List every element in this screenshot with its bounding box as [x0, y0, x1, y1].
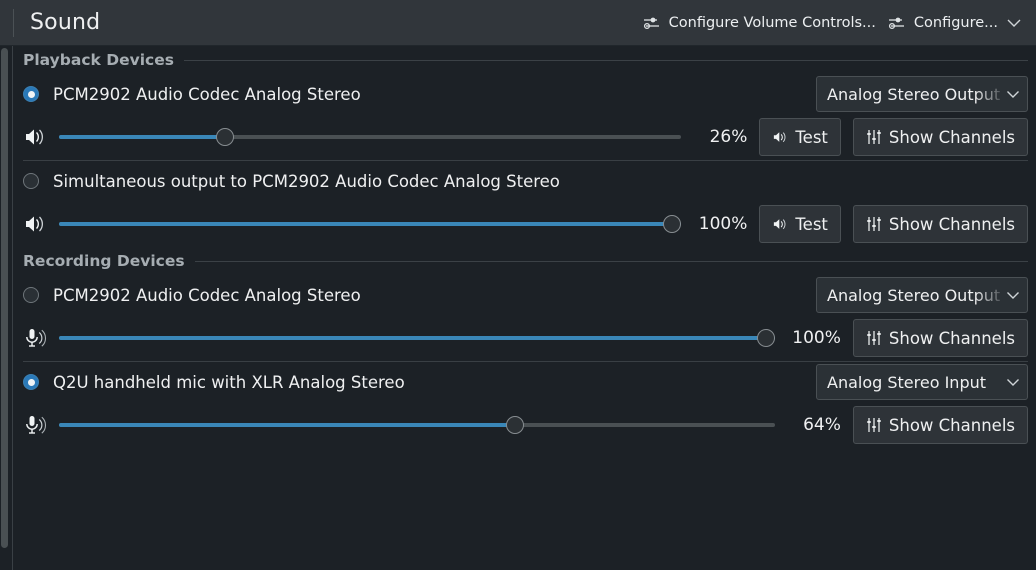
slider-handle[interactable] — [663, 215, 682, 233]
microphone-icon — [26, 416, 46, 434]
slider-handle[interactable] — [756, 329, 775, 347]
volume-slider[interactable] — [59, 327, 775, 349]
button-label: Show Channels — [888, 127, 1015, 147]
configure-button[interactable]: Configure... — [882, 7, 1028, 39]
chevron-down-icon — [1007, 291, 1019, 299]
device-name-row: Q2U handheld mic with XLR Analog Stereo … — [23, 362, 1036, 402]
button-label: Test — [795, 214, 828, 234]
device-volume-row: 100% Show Channels — [23, 315, 1036, 361]
slider-handle[interactable] — [505, 416, 524, 434]
show-channels-button[interactable]: Show Channels — [852, 205, 1028, 243]
speaker-icon — [774, 219, 786, 230]
sliders-icon — [888, 17, 904, 29]
channels-icon — [867, 130, 881, 144]
profile-dropdown-value: Analog Stereo Input — [827, 372, 987, 392]
group-title: Recording Devices — [23, 252, 185, 270]
device-item: PCM2902 Audio Codec Analog Stereo Analog… — [13, 275, 1036, 361]
show-channels-button[interactable]: Show Channels — [852, 319, 1028, 357]
device-list: Playback Devices PCM2902 Audio Codec Ana… — [13, 46, 1036, 570]
configure-label: Configure... — [913, 14, 998, 31]
speaker-icon — [774, 132, 786, 143]
microphone-icon — [26, 329, 46, 347]
slider-handle[interactable] — [216, 128, 235, 146]
profile-dropdown-value: Analog Stereo Output — [827, 285, 1001, 305]
device-name-row: Simultaneous output to PCM2902 Audio Cod… — [23, 161, 1036, 201]
volume-percent: 100% — [792, 328, 841, 348]
volume-percent: 26% — [709, 127, 748, 147]
speaker-icon — [26, 216, 44, 232]
device-name: Q2U handheld mic with XLR Analog Stereo — [53, 372, 405, 392]
button-label: Show Channels — [888, 214, 1015, 234]
slider-fill — [59, 222, 682, 226]
slider-fill — [59, 423, 518, 427]
button-label: Show Channels — [888, 328, 1015, 348]
channels-icon — [867, 418, 881, 432]
group-header: Playback Devices — [23, 46, 1036, 74]
group-title: Playback Devices — [23, 51, 174, 69]
title-separator — [13, 8, 14, 37]
device-item: Simultaneous output to PCM2902 Audio Cod… — [13, 161, 1036, 247]
test-button[interactable]: Test — [759, 118, 841, 156]
show-channels-button[interactable]: Show Channels — [852, 406, 1028, 444]
vertical-scrollbar[interactable] — [1, 48, 8, 548]
sliders-icon — [643, 17, 659, 29]
device-volume-row: 26% Test Show Channels — [23, 114, 1036, 160]
channels-icon — [867, 331, 881, 345]
group-divider — [183, 59, 1028, 61]
slider-fill — [59, 135, 221, 139]
device-name: PCM2902 Audio Codec Analog Stereo — [53, 285, 361, 305]
button-label: Show Channels — [888, 415, 1015, 435]
profile-dropdown[interactable]: Analog Stereo Output — [816, 76, 1028, 112]
device-name: Simultaneous output to PCM2902 Audio Cod… — [53, 171, 560, 191]
volume-percent: 100% — [698, 214, 748, 234]
chevron-down-icon — [1007, 19, 1021, 27]
titlebar: Sound Configure Volume Controls... Confi… — [0, 0, 1036, 46]
group-divider — [194, 260, 1028, 262]
configure-volume-controls-label: Configure Volume Controls... — [668, 14, 876, 31]
device-radio[interactable] — [23, 86, 39, 102]
chevron-down-icon — [1007, 378, 1019, 386]
volume-percent: 64% — [803, 415, 841, 435]
device-volume-row: 64% Show Channels — [23, 402, 1036, 448]
chevron-down-icon — [1007, 90, 1019, 98]
profile-dropdown-value: Analog Stereo Output — [827, 84, 1001, 104]
device-name: PCM2902 Audio Codec Analog Stereo — [53, 84, 361, 104]
volume-slider[interactable] — [59, 126, 682, 148]
group-header: Recording Devices — [23, 247, 1036, 275]
profile-dropdown[interactable]: Analog Stereo Input — [816, 364, 1028, 400]
volume-slider[interactable] — [59, 213, 682, 235]
device-item: Q2U handheld mic with XLR Analog Stereo … — [13, 362, 1036, 448]
sound-settings-window: Sound Configure Volume Controls... Confi… — [0, 0, 1036, 570]
device-name-row: PCM2902 Audio Codec Analog Stereo Analog… — [23, 74, 1036, 114]
device-item: PCM2902 Audio Codec Analog Stereo Analog… — [13, 74, 1036, 160]
device-radio[interactable] — [23, 287, 39, 303]
slider-fill — [59, 336, 775, 340]
page-title: Sound — [30, 10, 101, 35]
device-volume-row: 100% Test Show Channels — [23, 201, 1036, 247]
configure-volume-controls-button[interactable]: Configure Volume Controls... — [637, 7, 882, 39]
device-name-row: PCM2902 Audio Codec Analog Stereo Analog… — [23, 275, 1036, 315]
show-channels-button[interactable]: Show Channels — [852, 118, 1028, 156]
speaker-icon — [26, 129, 44, 145]
device-radio[interactable] — [23, 374, 39, 390]
volume-slider[interactable] — [59, 414, 775, 436]
channels-icon — [867, 217, 881, 231]
button-label: Test — [795, 127, 828, 147]
device-radio[interactable] — [23, 173, 39, 189]
profile-dropdown[interactable]: Analog Stereo Output — [816, 277, 1028, 313]
test-button[interactable]: Test — [759, 205, 841, 243]
